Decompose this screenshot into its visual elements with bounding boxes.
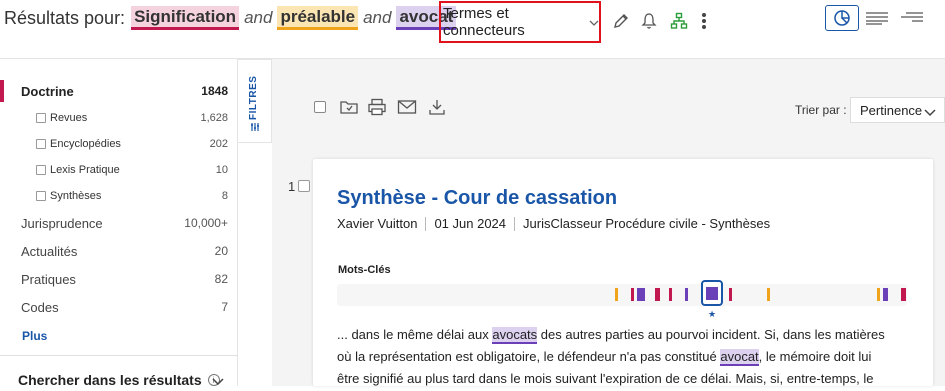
result-author: Xavier Vuitton bbox=[337, 216, 418, 231]
sidebar-divider bbox=[0, 355, 238, 356]
keyword-hit-marker[interactable] bbox=[877, 288, 880, 301]
result-title[interactable]: Synthèse - Cour de cassation bbox=[337, 187, 617, 210]
search-term-1: Signification bbox=[131, 6, 240, 30]
keywords-label: Mots-Clés bbox=[338, 264, 391, 276]
keyword-distribution-bar[interactable]: ★ bbox=[337, 280, 907, 319]
keyword-hit-marker[interactable] bbox=[685, 288, 688, 301]
facet-revues[interactable]: Revues 1,628 bbox=[0, 109, 238, 127]
connector-1: and bbox=[244, 8, 273, 27]
result-date: 01 Jun 2024 bbox=[434, 216, 507, 231]
result-card: Synthèse - Cour de cassation Xavier Vuit… bbox=[313, 159, 933, 386]
sliders-icon bbox=[251, 123, 259, 131]
facet-checkbox[interactable] bbox=[36, 139, 46, 149]
hierarchy-icon[interactable] bbox=[668, 10, 690, 32]
pencil-icon[interactable] bbox=[610, 10, 632, 32]
star-icon: ★ bbox=[708, 309, 717, 319]
keyword-hit-marker[interactable] bbox=[901, 288, 906, 301]
email-icon[interactable] bbox=[396, 97, 418, 117]
facet-label: Jurisprudence bbox=[21, 215, 103, 231]
facet-label: Actualités bbox=[21, 243, 78, 259]
current-keyword-fill bbox=[706, 287, 718, 300]
facet-codes[interactable]: Codes 7 bbox=[0, 297, 238, 317]
result-number: 1 bbox=[288, 179, 296, 194]
facet-count: 20 bbox=[214, 244, 228, 258]
facet-label: Encyclopédies bbox=[50, 138, 121, 150]
facet-count: 202 bbox=[209, 138, 228, 150]
filters-tab[interactable]: FILTRES bbox=[238, 59, 272, 143]
keyword-hit-marker[interactable] bbox=[631, 288, 634, 301]
chevron-down-icon bbox=[924, 105, 936, 120]
chevron-down-icon[interactable] bbox=[212, 373, 224, 391]
result-source: JurisClasseur Procédure civile - Synthès… bbox=[523, 216, 771, 231]
search-term-2: préalable bbox=[277, 6, 359, 30]
result-excerpt: ... dans le même délai aux avocats des a… bbox=[337, 324, 897, 390]
facet-count: 82 bbox=[214, 272, 228, 286]
facet-syntheses[interactable]: Synthèses 8 bbox=[0, 187, 238, 205]
result-meta: Xavier Vuitton 01 Jun 2024 JurisClasseur… bbox=[337, 216, 770, 231]
excerpt-keyword: avocats bbox=[492, 327, 538, 344]
facet-count: 10,000+ bbox=[184, 216, 228, 230]
facet-label: Synthèses bbox=[50, 190, 102, 202]
result-checkbox[interactable] bbox=[298, 180, 310, 192]
facet-label: Codes bbox=[21, 299, 59, 315]
excerpt-keyword: avocat bbox=[720, 349, 759, 366]
facet-label: Revues bbox=[50, 112, 88, 124]
chart-view-icon[interactable] bbox=[825, 5, 859, 31]
excerpt-text: ... dans le même délai aux bbox=[337, 327, 493, 342]
sort-dropdown[interactable]: Pertinence bbox=[850, 97, 945, 123]
facet-label: Doctrine bbox=[21, 83, 74, 99]
compact-view-icon[interactable] bbox=[895, 5, 929, 31]
connector-2: and bbox=[363, 8, 392, 27]
meta-separator bbox=[514, 216, 516, 231]
facet-count: 10 bbox=[215, 164, 228, 176]
download-icon[interactable] bbox=[426, 97, 448, 117]
search-mode-dropdown[interactable]: Termes et connecteurs bbox=[439, 1, 601, 43]
facet-encyclopedies[interactable]: Encyclopédies 202 bbox=[0, 135, 238, 153]
search-mode-value: Termes et connecteurs bbox=[443, 5, 525, 39]
filters-label: FILTRES bbox=[248, 75, 259, 120]
facet-count: 1848 bbox=[201, 84, 228, 98]
keyword-hit-marker[interactable] bbox=[729, 288, 732, 301]
facet-lexis-pratique[interactable]: Lexis Pratique 10 bbox=[0, 161, 238, 179]
chevron-down-icon bbox=[589, 15, 599, 29]
keyword-hit-marker[interactable] bbox=[767, 288, 770, 301]
more-facets-link[interactable]: Plus bbox=[22, 329, 47, 343]
search-query-title: Résultats pour: Signification and préala… bbox=[4, 6, 457, 30]
current-keyword-marker[interactable] bbox=[701, 280, 723, 306]
header-bar: Résultats pour: Signification and préala… bbox=[0, 0, 945, 48]
folder-save-icon[interactable] bbox=[338, 97, 360, 117]
select-all-checkbox[interactable] bbox=[314, 97, 326, 117]
more-vertical-icon[interactable] bbox=[693, 10, 715, 32]
keyword-hit-marker[interactable] bbox=[883, 288, 888, 301]
keyword-hit-marker[interactable] bbox=[615, 288, 618, 301]
facet-checkbox[interactable] bbox=[36, 165, 46, 175]
bell-icon[interactable] bbox=[638, 10, 660, 32]
keyword-hit-marker[interactable] bbox=[637, 288, 645, 301]
facet-count: 8 bbox=[221, 190, 228, 202]
results-label: Résultats pour: bbox=[4, 7, 126, 28]
facet-checkbox[interactable] bbox=[36, 191, 46, 201]
sort-value: Pertinence bbox=[860, 102, 923, 118]
facet-label: Pratiques bbox=[21, 271, 76, 287]
keyword-hit-marker[interactable] bbox=[655, 288, 660, 301]
sort-label: Trier par : bbox=[795, 103, 847, 117]
facet-label: Lexis Pratique bbox=[50, 164, 120, 176]
facet-doctrine[interactable]: Doctrine 1848 bbox=[0, 80, 238, 102]
facet-jurisprudence[interactable]: Jurisprudence 10,000+ bbox=[0, 213, 238, 233]
facets-sidebar: Doctrine 1848 Revues 1,628 Encyclopédies… bbox=[0, 59, 238, 388]
list-view-icon[interactable] bbox=[860, 5, 894, 31]
meta-separator bbox=[425, 216, 427, 231]
active-indicator bbox=[0, 80, 4, 102]
facet-count: 7 bbox=[221, 300, 228, 314]
print-icon[interactable] bbox=[366, 97, 388, 117]
keyword-hit-marker[interactable] bbox=[669, 288, 672, 301]
facet-actualites[interactable]: Actualités 20 bbox=[0, 241, 238, 261]
facet-pratiques[interactable]: Pratiques 82 bbox=[0, 269, 238, 289]
facet-checkbox[interactable] bbox=[36, 113, 46, 123]
facet-count: 1,628 bbox=[200, 112, 228, 124]
